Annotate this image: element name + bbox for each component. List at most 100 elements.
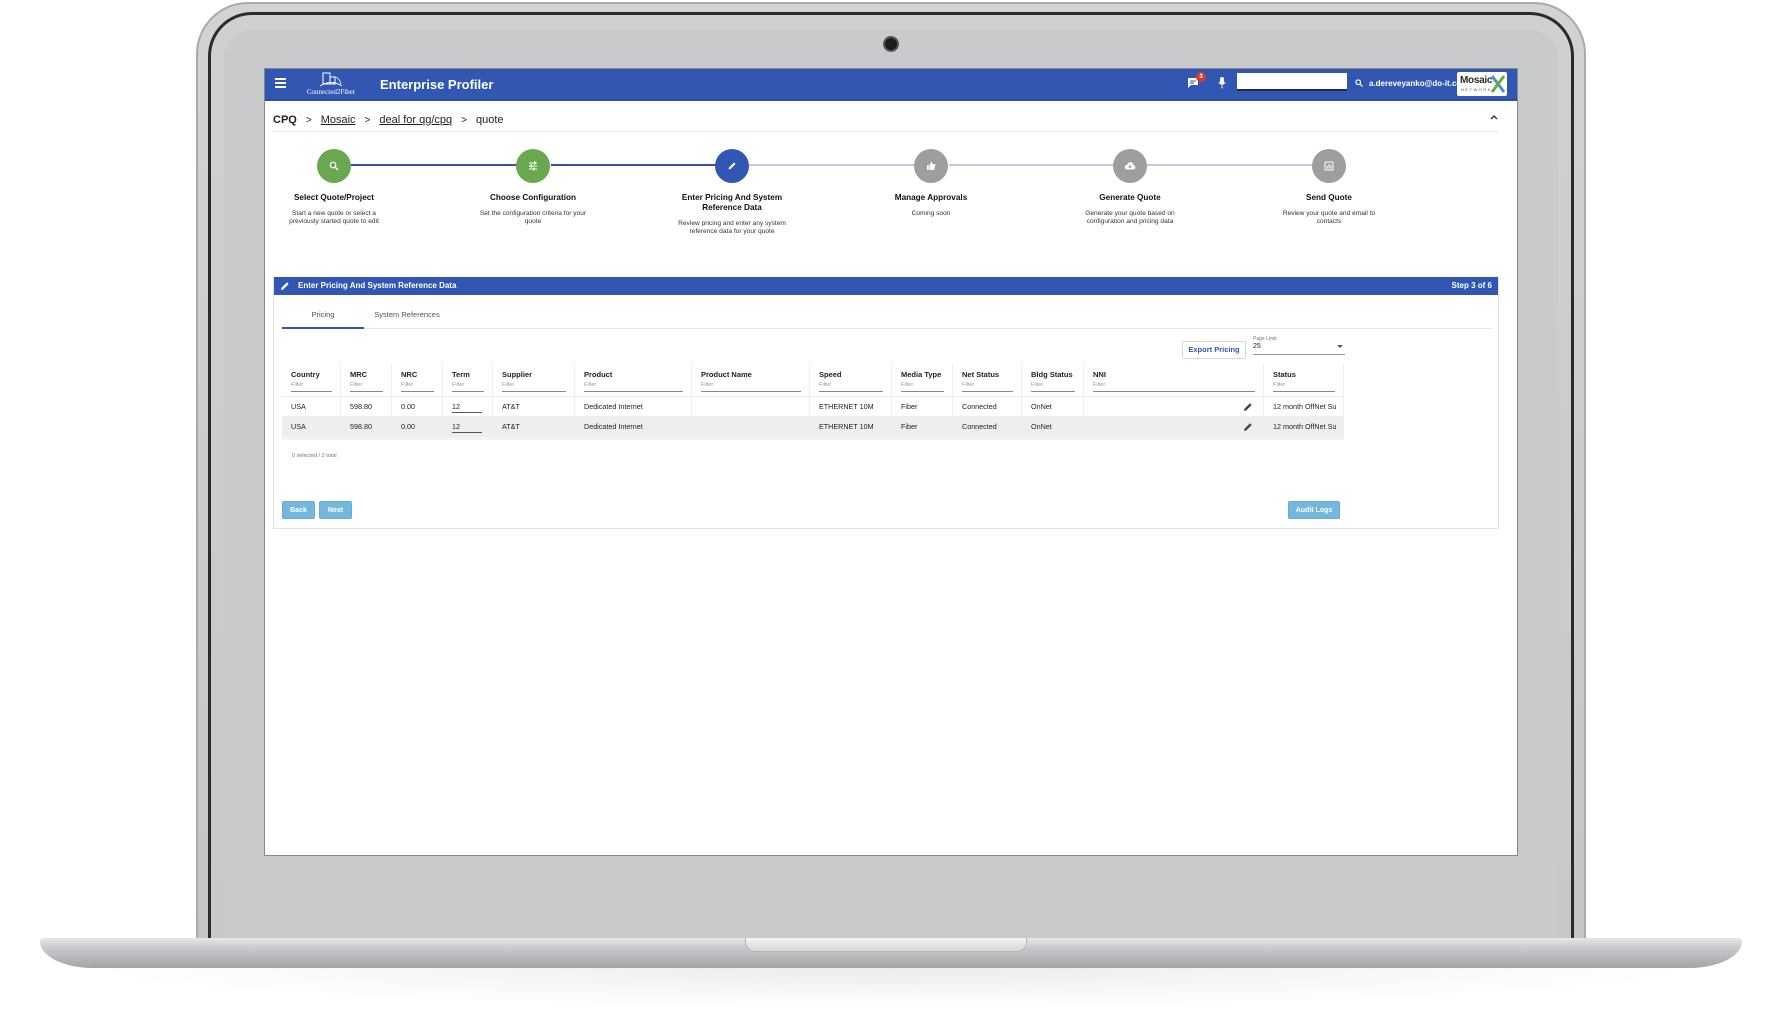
term-input[interactable]: 12 <box>452 402 482 413</box>
column-header-net-status[interactable]: Net Status Filter <box>953 363 1022 397</box>
cell-product-name <box>692 417 810 437</box>
cell-country: USA <box>282 397 341 417</box>
column-header-mrc[interactable]: MRC Filter <box>341 363 392 397</box>
column-label[interactable]: Status <box>1273 370 1296 379</box>
step-select-quote[interactable]: Select Quote/Project Start a new quote o… <box>279 149 389 226</box>
column-header-product-name[interactable]: Product Name Filter <box>692 363 810 397</box>
laptop-hinge-notch <box>745 938 1027 952</box>
brand-logo: Mosaic NETWORK <box>1457 72 1507 96</box>
step-circle <box>1312 149 1346 183</box>
step-send-quote[interactable]: Send Quote Review your quote and email t… <box>1274 149 1384 226</box>
column-label[interactable]: NNI <box>1093 370 1106 379</box>
table-row[interactable]: USA 598.80 0.00 12 AT&T Dedicated Internet ETH… <box>282 417 1344 437</box>
column-filter-input[interactable]: Filter <box>819 382 883 392</box>
breadcrumb-root[interactable]: CPQ <box>273 114 297 126</box>
column-header-product[interactable]: Product Filter <box>575 363 692 397</box>
tab-system-references[interactable]: System References <box>364 305 450 329</box>
grid-header: Country Filter MRC Filter NRC Filter Term Filte… <box>282 363 1344 397</box>
app-title: Enterprise Profiler <box>380 77 494 92</box>
breadcrumb: CPQ > Mosaic > deal for qg/cpq > quote <box>273 114 504 126</box>
column-label[interactable]: NRC <box>401 370 417 379</box>
step-title: Select Quote/Project <box>293 193 375 202</box>
column-label[interactable]: Net Status <box>962 370 999 379</box>
back-button[interactable]: Back <box>282 501 315 519</box>
column-filter-input[interactable]: Filter <box>1093 382 1255 392</box>
step-manage-approvals[interactable]: Manage Approvals Coming soon <box>876 149 986 218</box>
column-label[interactable]: Product Name <box>701 370 752 379</box>
cell-speed: ETHERNET 10M <box>810 417 892 437</box>
cell-mrc: 598.80 <box>341 417 392 437</box>
microphone-icon[interactable] <box>1218 77 1226 89</box>
breadcrumb-link-mosaic[interactable]: Mosaic <box>321 114 356 126</box>
step-enter-pricing[interactable]: Enter Pricing And System Reference Data … <box>677 149 787 236</box>
search-input[interactable] <box>1237 73 1347 91</box>
search-icon <box>329 161 339 171</box>
export-pricing-button[interactable]: Export Pricing <box>1182 341 1246 359</box>
breadcrumb-link-deal[interactable]: deal for qg/cpq <box>379 114 452 126</box>
cell-term[interactable]: 12 <box>443 397 493 417</box>
table-row[interactable]: USA 598.80 0.00 12 AT&T Dedicated Internet ETH… <box>282 397 1344 417</box>
column-label[interactable]: Bldg Status <box>1031 370 1073 379</box>
column-header-country[interactable]: Country Filter <box>282 363 341 397</box>
column-header-nrc[interactable]: NRC Filter <box>392 363 443 397</box>
column-label[interactable]: Supplier <box>502 370 532 379</box>
menu-icon[interactable] <box>275 78 286 88</box>
cell-product-name <box>692 397 810 417</box>
column-filter-input[interactable]: Filter <box>1273 382 1335 392</box>
app-screen: Connected2Fiber Enterprise Profiler 3 a.… <box>264 68 1518 856</box>
cell-nrc: 0.00 <box>392 397 443 417</box>
user-email[interactable]: a.dereveyanko@do-it.co <box>1369 79 1461 88</box>
step-description: Review pricing and enter any system refe… <box>678 220 786 235</box>
column-label[interactable]: Term <box>452 370 470 379</box>
column-filter-input[interactable]: Filter <box>502 382 566 392</box>
pencil-icon <box>281 282 289 290</box>
column-filter-input[interactable]: Filter <box>701 382 801 392</box>
brand-name: Mosaic <box>1460 75 1493 86</box>
step-generate-quote[interactable]: Generate Quote Generate your quote based… <box>1075 149 1185 226</box>
audit-logs-button[interactable]: Audit Logs <box>1288 501 1340 519</box>
column-filter-input[interactable]: Filter <box>901 382 944 392</box>
column-filter-input[interactable]: Filter <box>350 382 383 392</box>
cell-product: Dedicated Internet <box>575 397 692 417</box>
column-label[interactable]: Media Type <box>901 370 941 379</box>
company-logo[interactable]: Connected2Fiber <box>303 71 359 99</box>
next-button[interactable]: Next <box>319 501 352 519</box>
page-limit-select[interactable]: 25 <box>1253 343 1345 355</box>
column-header-bldg-status[interactable]: Bldg Status Filter <box>1022 363 1084 397</box>
cell-media-type: Fiber <box>892 397 953 417</box>
column-label[interactable]: Country <box>291 370 320 379</box>
edit-icon[interactable] <box>1243 422 1253 432</box>
column-filter-input[interactable]: Filter <box>584 382 683 392</box>
search-icon[interactable] <box>1355 79 1363 87</box>
cell-nni[interactable] <box>1084 417 1264 437</box>
breadcrumb-separator: > <box>305 114 312 126</box>
grid-footer <box>282 437 1344 440</box>
cell-term[interactable]: 12 <box>443 417 493 437</box>
column-label[interactable]: Speed <box>819 370 842 379</box>
column-label[interactable]: MRC <box>350 370 367 379</box>
column-filter-input[interactable]: Filter <box>291 382 332 392</box>
column-header-supplier[interactable]: Supplier Filter <box>493 363 575 397</box>
tab-pricing[interactable]: Pricing <box>282 305 364 329</box>
edit-icon[interactable] <box>1243 402 1253 412</box>
column-header-term[interactable]: Term Filter <box>443 363 493 397</box>
pencil-icon <box>728 162 736 170</box>
term-input[interactable]: 12 <box>452 422 482 433</box>
column-filter-input[interactable]: Filter <box>452 382 484 392</box>
section-tabs: Pricing System References <box>282 305 1492 329</box>
step-choose-configuration[interactable]: Choose Configuration Set the configurati… <box>478 149 588 226</box>
column-filter-input[interactable]: Filter <box>962 382 1013 392</box>
column-header-nni[interactable]: NNI Filter <box>1084 363 1264 397</box>
chevron-up-icon[interactable] <box>1489 114 1499 121</box>
column-filter-input[interactable]: Filter <box>1031 382 1075 392</box>
column-label[interactable]: Product <box>584 370 612 379</box>
logo-text: Connected2Fiber <box>306 88 356 96</box>
cell-nni[interactable] <box>1084 397 1264 417</box>
column-header-speed[interactable]: Speed Filter <box>810 363 892 397</box>
progress-stepper: Select Quote/Project Start a new quote o… <box>265 149 1517 279</box>
column-filter-input[interactable]: Filter <box>401 382 434 392</box>
cell-supplier: AT&T <box>493 397 575 417</box>
column-header-media-type[interactable]: Media Type Filter <box>892 363 953 397</box>
column-header-status[interactable]: Status Filter <box>1264 363 1344 397</box>
cell-speed: ETHERNET 10M <box>810 397 892 417</box>
